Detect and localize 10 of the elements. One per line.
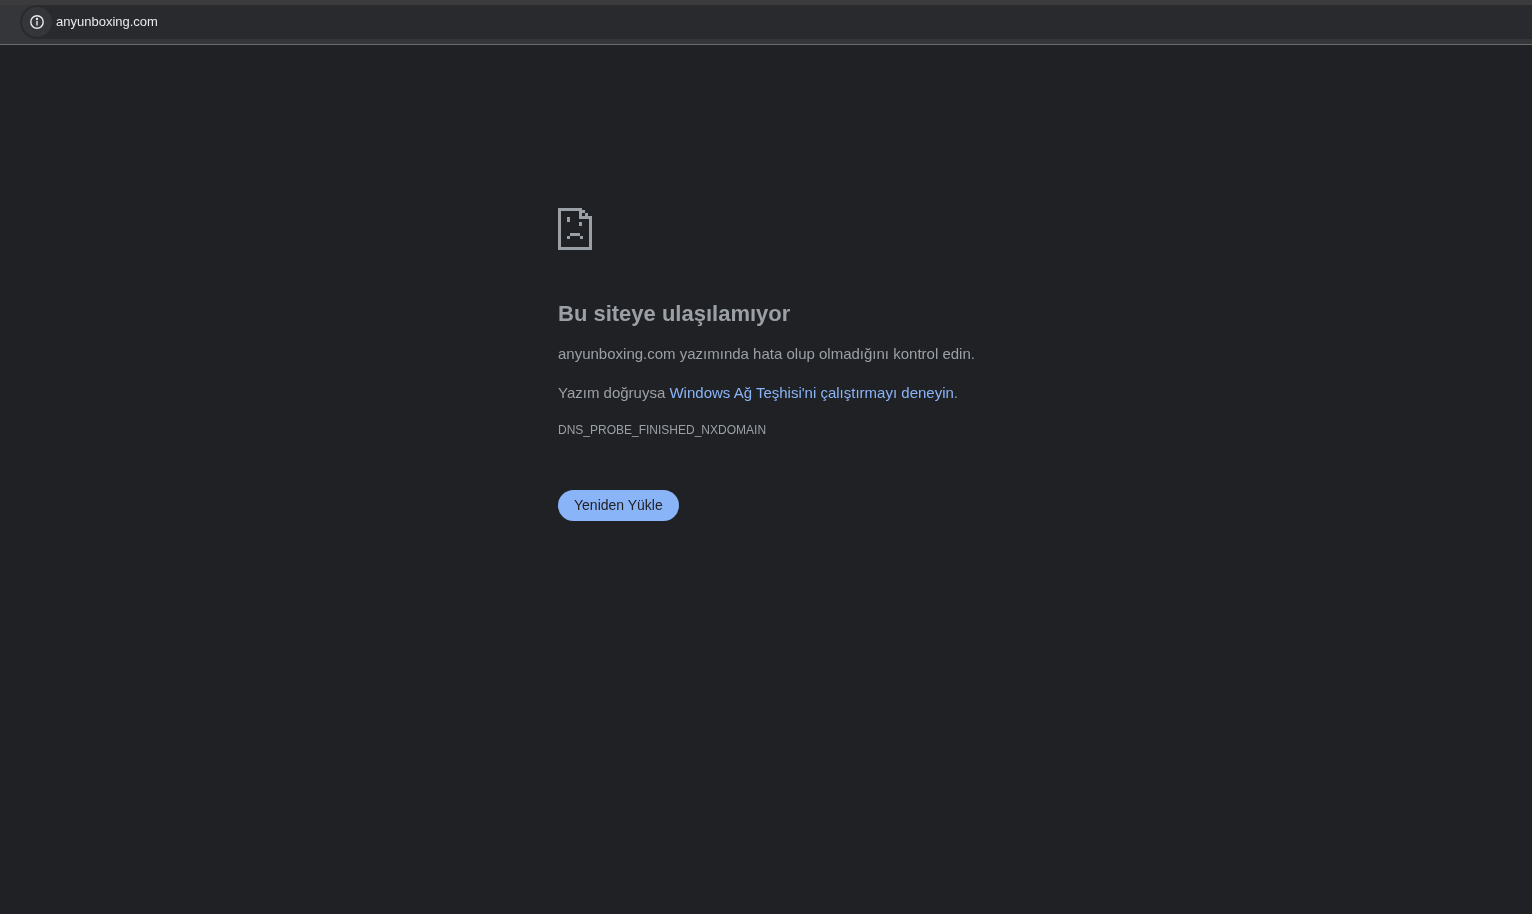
error-title: Bu siteye ulaşılamıyor xyxy=(558,300,791,328)
network-diagnostics-link[interactable]: Windows Ağ Teşhisi'ni çalıştırmayı deneyin xyxy=(669,384,954,401)
site-info-button[interactable] xyxy=(22,7,52,37)
reload-button[interactable]: Yeniden Yükle xyxy=(558,490,679,521)
suggestion-text: Yazım doğruysa Windows Ağ Teşhisi'ni çalıştırmayı deneyin. xyxy=(558,383,958,403)
info-icon xyxy=(30,15,44,29)
error-code: DNS_PROBE_FINISHED_NXDOMAIN xyxy=(558,422,767,438)
sad-page-icon xyxy=(558,208,592,250)
error-message: anyunboxing.com yazımında hata olup olmadığını kontrol edin. xyxy=(558,344,975,364)
address-field[interactable]: anyunboxing.com xyxy=(20,5,1532,39)
